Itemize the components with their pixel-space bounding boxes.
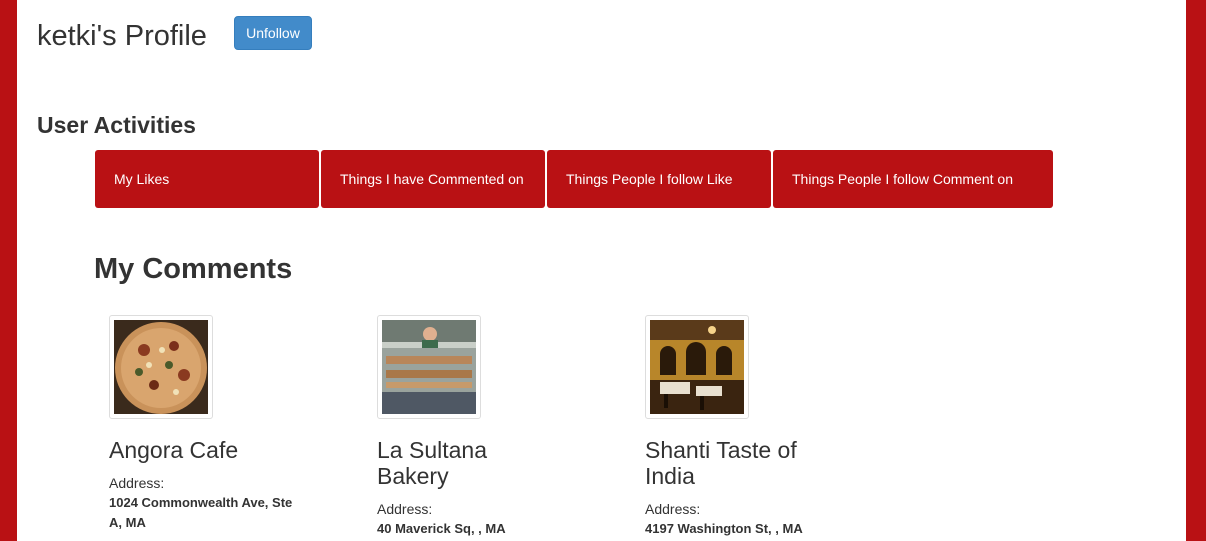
address-label: Address:	[645, 501, 701, 517]
place-name[interactable]: Shanti Taste of India	[645, 437, 820, 489]
page-title: ketki's Profile	[37, 20, 207, 52]
address-label: Address:	[109, 475, 165, 491]
address-value: 40 Maverick Sq, , MA	[377, 521, 506, 536]
place-name[interactable]: Angora Cafe	[109, 437, 284, 463]
unfollow-button[interactable]: Unfollow	[234, 16, 312, 50]
address-value: 4197 Washington St, , MA	[645, 521, 803, 536]
pizza-photo[interactable]	[109, 315, 213, 419]
user-activities-heading: User Activities	[37, 112, 196, 138]
tab-following-comments[interactable]: Things People I follow Comment on	[773, 150, 1053, 208]
place-card: Angora Cafe Address: 1024 Commonwealth A…	[109, 315, 329, 533]
place-card: La Sultana Bakery Address: 40 Maverick S…	[377, 315, 597, 539]
tab-commented-on[interactable]: Things I have Commented on	[321, 150, 545, 208]
restaurant-interior-photo[interactable]	[645, 315, 749, 419]
tab-my-likes[interactable]: My Likes	[95, 150, 319, 208]
profile-page: ketki's Profile Unfollow User Activities…	[17, 0, 1186, 541]
place-name[interactable]: La Sultana Bakery	[377, 437, 552, 489]
my-comments-heading: My Comments	[94, 253, 293, 285]
tab-following-likes[interactable]: Things People I follow Like	[547, 150, 771, 208]
address-label: Address:	[377, 501, 433, 517]
bakery-display-photo[interactable]	[377, 315, 481, 419]
address-value: 1024 Commonwealth Ave, Ste A, MA	[109, 495, 293, 530]
place-card: Shanti Taste of India Address: 4197 Wash…	[645, 315, 865, 539]
